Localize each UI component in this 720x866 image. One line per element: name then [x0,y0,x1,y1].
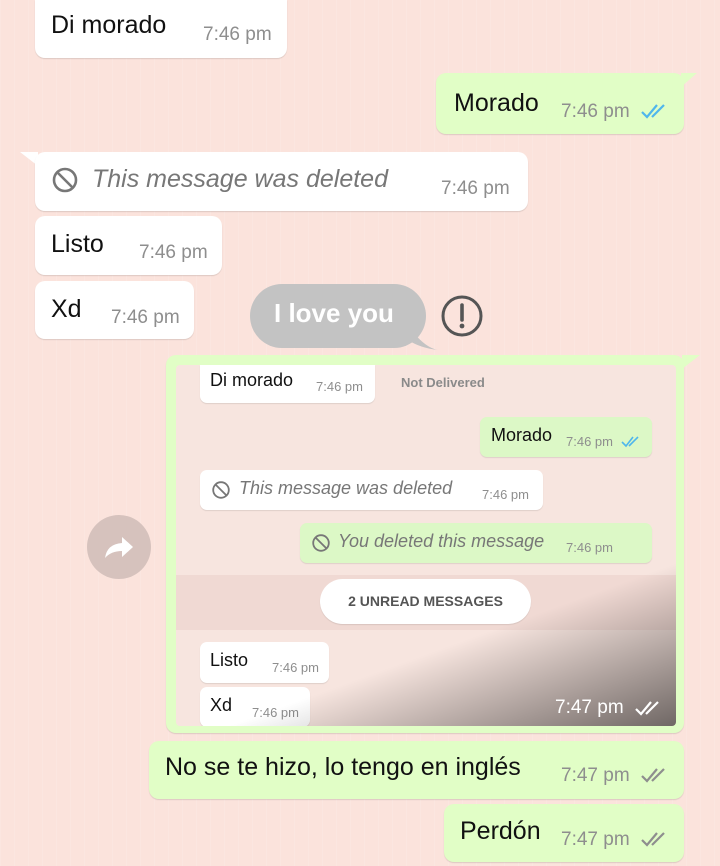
forward-icon [105,537,133,558]
not-delivered-label: Not Delivered [401,375,485,390]
screenshot-deleted-text: You deleted this message [338,531,545,551]
sticker-text: I love you [274,298,394,328]
screenshot-message-text: Morado [491,425,553,445]
message-outgoing[interactable]: Morado 7:46 pm [436,73,684,134]
unread-messages-pill: 2 UNREAD MESSAGES [320,579,531,624]
screenshot-message: This message was deleted 7:46 pm [200,470,543,510]
message-time: 7:46 pm [111,307,180,328]
screenshot-message-text: Xd [210,695,233,715]
double-check-icon [641,104,665,119]
alert-icon [441,295,483,337]
block-icon [212,481,230,499]
screenshot-message: You deleted this message 7:46 pm [300,523,652,563]
double-check-icon [641,832,665,847]
message-time: 7:46 pm [441,178,510,199]
message-incoming[interactable]: Xd 7:46 pm [35,281,194,339]
bubble-tail [681,73,697,87]
screenshot-message: Xd 7:46 pm [200,687,310,726]
message-time: 7:47 pm [561,829,630,850]
screenshot-image[interactable]: Di morado 7:46 pm Not Delivered Morado 7… [176,365,676,726]
screenshot-message: Morado 7:46 pm [480,417,652,457]
double-check-icon [641,768,665,783]
message-outgoing[interactable]: Perdón 7:47 pm [444,804,684,862]
message-time: 7:46 pm [203,24,272,45]
message-text: Xd [51,295,82,323]
screenshot-message: Di morado 7:46 pm [200,365,375,403]
block-icon [52,167,78,193]
message-text: Listo [51,230,104,258]
message-text: No se te hizo, lo tengo en inglés [165,753,521,781]
message-text: Perdón [460,817,541,845]
unread-messages-label: 2 UNREAD MESSAGES [348,593,503,609]
message-deleted[interactable]: This message was deleted 7:46 pm [35,152,528,211]
screenshot-message-time: 7:46 pm [316,379,363,394]
screenshot-message-text: Di morado [210,370,294,390]
screenshot-message-time: 7:46 pm [566,540,613,555]
message-time: 7:46 pm [561,101,630,122]
double-check-icon [621,436,639,448]
screenshot-message: Listo 7:46 pm [200,642,329,683]
bubble-tail [682,355,700,369]
screenshot-message-time: 7:46 pm [252,705,299,720]
screenshot-deleted-text: This message was deleted [239,478,453,498]
forwarded-time: 7:47 pm [555,697,624,718]
message-text: Di morado [51,11,167,39]
double-check-icon [635,701,659,716]
message-time: 7:46 pm [139,242,208,263]
block-icon [312,534,330,552]
message-text: Morado [454,89,539,117]
message-incoming[interactable]: Di morado 7:46 pm [35,0,287,58]
screenshot-message-time: 7:46 pm [272,660,319,675]
message-time: 7:47 pm [561,765,630,786]
screenshot-message-time: 7:46 pm [566,434,613,449]
screenshot-message-text: Listo [210,650,249,670]
screenshot-message-time: 7:46 pm [482,487,529,502]
forward-button[interactable] [87,515,151,579]
message-outgoing[interactable]: No se te hizo, lo tengo en inglés 7:47 p… [149,741,684,799]
deleted-message-text: This message was deleted [92,165,388,193]
message-incoming[interactable]: Listo 7:46 pm [35,216,222,275]
